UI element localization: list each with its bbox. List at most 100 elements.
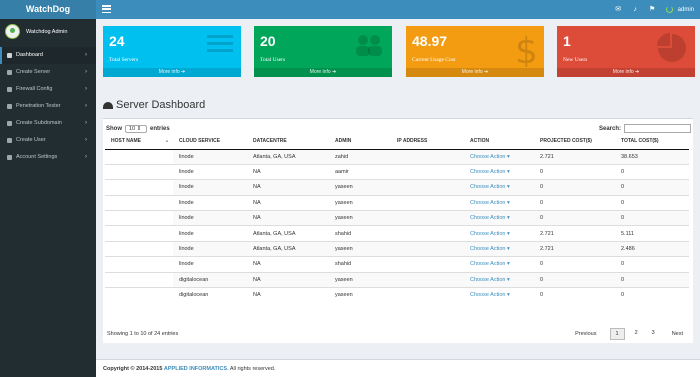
table-cell: aamir: [329, 163, 391, 180]
table-row: digitalocean NA yaseen Choose Action ▾ 0 0: [105, 287, 689, 303]
table-cell[interactable]: Choose Action ▾: [464, 163, 534, 180]
table-cell[interactable]: Choose Action ▾: [464, 256, 534, 273]
more-info-link[interactable]: More info ➜: [557, 68, 695, 77]
column-header[interactable]: TOTAL COST($): [615, 134, 689, 150]
column-header-label: HOST NAME: [111, 138, 141, 145]
more-info-link[interactable]: More info ➜: [254, 68, 392, 77]
table-cell: linode: [173, 163, 247, 180]
sidebar-item-label: Create User: [16, 137, 46, 143]
column-header[interactable]: CLOUD SERVICE: [173, 134, 247, 150]
choose-action-dropdown[interactable]: Choose Action: [470, 246, 505, 252]
page-button[interactable]: 1: [609, 328, 625, 340]
sidebar-item-create-server[interactable]: Create Server ›: [0, 64, 96, 81]
pagination: Previous 123 Next: [571, 328, 687, 340]
table-cell: 2.721: [534, 225, 615, 242]
table-cell: digitalocean: [173, 271, 247, 288]
chevron-right-icon: ›: [85, 52, 87, 58]
table-cell: 0: [534, 210, 615, 226]
choose-action-dropdown[interactable]: Choose Action: [470, 277, 505, 283]
sidebar-item-account-settings[interactable]: Account Settings ›: [0, 149, 96, 166]
choose-action-dropdown[interactable]: Choose Action: [470, 292, 505, 298]
table-cell: 0: [615, 287, 689, 303]
table-cell: shahid: [329, 225, 391, 242]
sidebar-item-create-user[interactable]: Create User ›: [0, 132, 96, 149]
sidebar-item-label: Create Subdomain: [16, 120, 62, 126]
table-cell: linode: [173, 194, 247, 211]
user-menu[interactable]: admin: [665, 6, 694, 13]
table-cell: 0: [615, 271, 689, 288]
sidebar-item-label: Penetration Tester: [16, 103, 61, 109]
footer: Copyright © 2014-2015 APPLIED INFORMATIC…: [96, 359, 700, 377]
table-cell: yaseen: [329, 179, 391, 196]
table-cell: [105, 148, 173, 165]
table-cell: yaseen: [329, 271, 391, 288]
next-page-button[interactable]: Next: [668, 329, 687, 339]
choose-action-dropdown[interactable]: Choose Action: [470, 200, 505, 206]
flag-icon[interactable]: ⚑: [649, 6, 656, 13]
table-cell[interactable]: Choose Action ▾: [464, 210, 534, 226]
page-title: Server Dashboard: [103, 99, 205, 111]
table-row: linode Atlanta, GA, USA shahid Choose Actio…: [105, 225, 689, 242]
choose-action-dropdown[interactable]: Choose Action: [470, 184, 505, 190]
choose-action-dropdown[interactable]: Choose Action: [470, 154, 505, 160]
table-cell: linode: [173, 210, 247, 226]
table-cell: [391, 240, 464, 257]
table-cell: 0: [615, 179, 689, 196]
company-link[interactable]: APPLIED INFORMATICS.: [164, 366, 229, 372]
bell-icon[interactable]: ♪: [632, 6, 639, 13]
envelope-icon[interactable]: ✉: [615, 6, 622, 13]
column-header[interactable]: HOST NAME ▲: [105, 134, 173, 150]
page-button[interactable]: 3: [648, 328, 659, 340]
choose-action-dropdown[interactable]: Choose Action: [470, 215, 505, 221]
column-header-label: ADMIN: [335, 138, 352, 145]
sidebar-item-create-subdomain[interactable]: Create Subdomain ›: [0, 115, 96, 132]
table-cell[interactable]: Choose Action ▾: [464, 287, 534, 303]
table-cell: 0: [534, 271, 615, 288]
entries-control: Show 10 ⇕ entries: [106, 125, 170, 133]
table-cell: [391, 271, 464, 288]
column-header[interactable]: ADMIN: [329, 134, 391, 150]
more-info-link[interactable]: More info ➜: [406, 68, 544, 77]
entries-label: entries: [150, 126, 170, 132]
column-header[interactable]: DATACENTRE: [247, 134, 329, 150]
table-cell: linode: [173, 256, 247, 273]
table-cell: digitalocean: [173, 287, 247, 303]
entries-select[interactable]: 10 ⇕: [125, 125, 147, 133]
column-header[interactable]: PROJECTED COST($): [534, 134, 615, 150]
table-cell[interactable]: Choose Action ▾: [464, 194, 534, 211]
search-input[interactable]: [624, 124, 691, 133]
sidebar-item-penetration-tester[interactable]: Penetration Tester ›: [0, 98, 96, 115]
column-header[interactable]: ACTION: [464, 134, 534, 150]
page-button[interactable]: 2: [631, 328, 642, 340]
prev-page-button[interactable]: Previous: [571, 329, 600, 339]
sidebar-menu: Dashboard › Create Server › Firewall Config ›…: [0, 47, 96, 166]
table-cell: NA: [247, 287, 329, 303]
info-box: 48.97 Current Usage Cost $ More info ➜: [406, 26, 544, 77]
column-header-label: TOTAL COST($): [621, 138, 659, 145]
choose-action-dropdown[interactable]: Choose Action: [470, 261, 505, 267]
table-cell[interactable]: Choose Action ▾: [464, 225, 534, 242]
top-header: WatchDog ✉ ♪ ⚑ admin: [0, 0, 700, 19]
table-cell: [105, 287, 173, 303]
table-cell: [105, 194, 173, 211]
sidebar-item-firewall-config[interactable]: Firewall Config ›: [0, 81, 96, 98]
table-cell: 0: [534, 256, 615, 273]
table-row: linode NA shahid Choose Action ▾ 0 0: [105, 256, 689, 273]
sidebar-toggle-icon[interactable]: [102, 5, 111, 14]
table-cell[interactable]: Choose Action ▾: [464, 179, 534, 196]
column-header[interactable]: IP ADDRESS: [391, 134, 464, 150]
table-cell: [391, 179, 464, 196]
table-cell[interactable]: Choose Action ▾: [464, 240, 534, 257]
table-cell: [391, 163, 464, 180]
sidebar-item-dashboard[interactable]: Dashboard ›: [0, 47, 96, 64]
table-cell[interactable]: Choose Action ▾: [464, 271, 534, 288]
users-icon: [354, 33, 384, 59]
table-cell[interactable]: Choose Action ▾: [464, 148, 534, 165]
table-row: digitalocean NA yaseen Choose Action ▾ 0 0: [105, 271, 689, 288]
choose-action-dropdown[interactable]: Choose Action: [470, 231, 505, 237]
arrow-circle-right-icon: ➜: [181, 69, 186, 75]
show-label: Show: [106, 126, 122, 132]
choose-action-dropdown[interactable]: Choose Action: [470, 169, 505, 175]
app-logo[interactable]: WatchDog: [0, 0, 96, 19]
more-info-link[interactable]: More info ➜: [103, 68, 241, 77]
